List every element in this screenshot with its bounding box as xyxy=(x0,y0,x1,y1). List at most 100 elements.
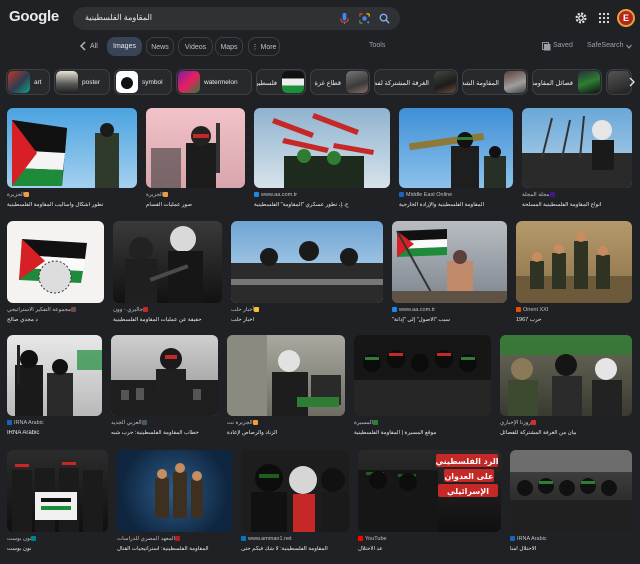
result-caption: عد الاحتلال xyxy=(358,546,383,552)
result-image[interactable] xyxy=(7,335,102,416)
chip-thumbnail xyxy=(608,71,630,93)
result-image[interactable] xyxy=(354,335,491,416)
chip-label: symbol xyxy=(142,79,163,86)
result-caption: أنواع المقاومة الفلسطينية المسلحة xyxy=(522,202,602,208)
back-arrow-icon[interactable] xyxy=(79,41,88,51)
chip-thumbnail xyxy=(282,71,304,93)
favicon-icon xyxy=(24,192,30,198)
chip-thumbnail xyxy=(578,71,600,93)
chip-label: المقاومة الشعبية xyxy=(463,80,499,87)
result-image[interactable] xyxy=(111,335,218,416)
result-source: الجزيرة نت xyxy=(227,420,345,426)
chip-watermelon[interactable]: watermelon xyxy=(176,69,252,95)
chip-gaza-strip[interactable]: قطاع غزة xyxy=(310,69,370,95)
result-tile[interactable]: أخبار حلب أخبار حلب xyxy=(231,221,383,326)
result-source: المعهد المصري للدراسات xyxy=(117,536,232,542)
result-image[interactable] xyxy=(231,221,383,303)
microphone-icon[interactable] xyxy=(338,12,351,25)
favicon-icon xyxy=(549,192,555,198)
chip-joint-room[interactable]: الغرفة المشتركة لفصائل xyxy=(374,69,458,95)
chip-thumbnail xyxy=(8,71,30,93)
result-tile[interactable]: www.aa.com.tr سبب "الأصول" إلى "إدانة" xyxy=(392,221,507,326)
result-source: أخبار حلب xyxy=(231,307,383,313)
tab-images[interactable]: Images xyxy=(107,37,142,56)
result-tile[interactable]: الجزيرة صور عمليات القسام xyxy=(146,108,245,212)
result-image[interactable] xyxy=(516,221,632,303)
result-source: YouTube xyxy=(358,536,501,542)
result-image[interactable] xyxy=(254,108,390,188)
result-image[interactable] xyxy=(227,335,345,416)
result-caption: صور عمليات القسام xyxy=(146,202,192,208)
result-image[interactable] xyxy=(500,335,632,416)
result-image[interactable] xyxy=(399,108,513,188)
result-tile[interactable]: الجزيرة تطور أشكال وأساليب المقاومة الفل… xyxy=(7,108,137,212)
result-image[interactable]: الرد الفلسطيني على العدوان الإسرائيلي xyxy=(358,450,501,532)
result-tile[interactable]: الرد الفلسطيني على العدوان الإسرائيلي Yo… xyxy=(358,450,501,556)
result-caption: ح..إ، تطور عسكري "المقاومة" الفلسطينية xyxy=(254,202,349,208)
result-image[interactable] xyxy=(241,450,349,532)
result-tile[interactable]: مجلة المجلة أنواع المقاومة الفلسطينية ال… xyxy=(522,108,632,212)
tab-more-label: More xyxy=(260,44,277,51)
chip-art[interactable]: art xyxy=(6,69,50,95)
chip-factions[interactable]: فصائل المقاومة xyxy=(532,69,602,95)
tab-maps[interactable]: Maps xyxy=(215,37,243,56)
tab-news[interactable]: News xyxy=(146,37,174,56)
result-image[interactable] xyxy=(7,221,104,303)
tab-videos[interactable]: Videos xyxy=(178,37,213,56)
result-source: مجموعة التفكير الاستراتيجي xyxy=(7,307,104,313)
search-box[interactable]: المقاومة الفلسطينية xyxy=(73,7,400,30)
favicon-icon xyxy=(252,420,258,426)
result-image[interactable] xyxy=(7,108,137,188)
result-source: العربي الجديد xyxy=(111,420,218,426)
favicon-icon xyxy=(372,420,378,426)
result-tile[interactable]: Orient XXI حرب 1967 xyxy=(516,221,632,326)
favicon-icon xyxy=(516,307,521,313)
result-tile[interactable]: الجزيرة نت الزناد والرصاص لإعادة xyxy=(227,335,345,441)
result-image[interactable] xyxy=(146,108,245,188)
apps-grid-icon[interactable] xyxy=(598,12,610,24)
result-tile[interactable]: العربي الجديد خطاب المقاومة الفلسطينية: … xyxy=(111,335,218,441)
result-caption: الزناد والرصاص لإعادة xyxy=(227,430,278,436)
google-logo[interactable]: Google xyxy=(9,8,59,25)
gear-icon[interactable] xyxy=(574,11,588,25)
result-tile[interactable]: www.amman1.net المقاومة الفلسطينية: لا ش… xyxy=(241,450,349,556)
result-caption: موقع المسيرة | المقاومة الفلسطينية xyxy=(354,430,437,436)
safesearch-button[interactable]: SafeSearch xyxy=(587,42,624,49)
chevron-right-icon[interactable] xyxy=(628,77,636,87)
result-tile[interactable]: روزنا الإخباري بيان من الغرفة المشتركة ل… xyxy=(500,335,632,441)
result-source: الجزيرة xyxy=(7,192,137,198)
result-caption: تطور أشكال وأساليب المقاومة الفلسطينية xyxy=(7,202,104,208)
result-image[interactable] xyxy=(510,450,632,532)
account-avatar[interactable]: E xyxy=(617,9,635,27)
search-input[interactable]: المقاومة الفلسطينية xyxy=(85,13,152,22)
result-tile[interactable]: مجموعة التفكير الاستراتيجي د مجدي صالح xyxy=(7,221,104,326)
tab-more[interactable]: ⋮ More xyxy=(248,37,280,56)
chip-palestine[interactable]: فلسطين xyxy=(256,69,306,95)
result-image[interactable] xyxy=(392,221,507,303)
favicon-icon xyxy=(392,307,397,313)
result-tile[interactable]: IRNA Arabic IRNA Arabic xyxy=(7,335,102,441)
result-tile[interactable]: IRNA Arabic الاحتلال أمنا xyxy=(510,450,632,556)
google-lens-icon[interactable] xyxy=(358,12,371,25)
bookmark-icon[interactable] xyxy=(542,42,551,51)
result-image[interactable] xyxy=(117,450,232,532)
chip-poster[interactable]: poster xyxy=(54,69,110,95)
result-image[interactable] xyxy=(522,108,632,188)
search-icon[interactable] xyxy=(378,12,391,25)
result-tile[interactable]: المعهد المصري للدراسات المقاومة الفلسطين… xyxy=(117,450,232,556)
tab-all[interactable]: All xyxy=(90,37,98,56)
saved-button[interactable]: Saved xyxy=(553,42,573,49)
result-tile[interactable]: Middle East Online المقاومة الفلسطينية و… xyxy=(399,108,513,212)
chip-popular-resistance[interactable]: المقاومة الشعبية xyxy=(462,69,528,95)
result-image[interactable] xyxy=(113,221,222,303)
result-tile[interactable]: نون بوست نون بوست xyxy=(7,450,108,556)
result-caption: نون بوست xyxy=(7,546,32,552)
result-tile[interactable]: جاليري - وون حقيقة عن عمليات المقاومة ال… xyxy=(113,221,222,326)
chevron-down-icon xyxy=(626,44,632,49)
chip-symbol[interactable]: symbol xyxy=(114,69,172,95)
tools-button[interactable]: Tools xyxy=(369,42,385,49)
result-tile[interactable]: www.aa.com.tr ح..إ، تطور عسكري "المقاومة… xyxy=(254,108,390,212)
result-image[interactable] xyxy=(7,450,108,532)
result-tile[interactable]: المسيرة موقع المسيرة | المقاومة الفلسطين… xyxy=(354,335,491,441)
favicon-icon xyxy=(143,307,148,313)
